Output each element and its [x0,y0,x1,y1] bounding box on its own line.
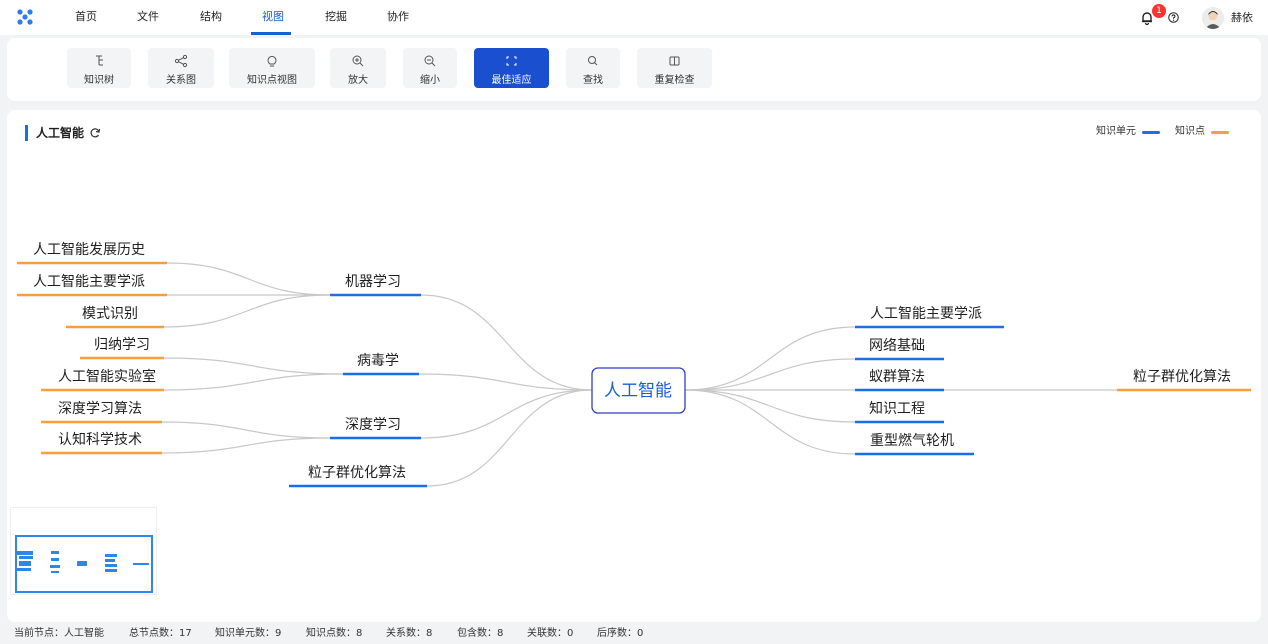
minimap-preview [17,551,149,573]
link-root-right-1 [684,358,856,391]
link-root-1 [418,373,593,391]
status-relation-count: 关系数：8 [386,628,433,639]
status-association-count: 关联数：0 [527,628,574,639]
minimap[interactable] [10,507,157,595]
left-child-0-0[interactable]: 人工智能发展历史 [33,242,145,258]
link-left-1-0 [163,357,344,375]
status-contain-count: 包含数：8 [457,628,504,639]
left-node-0[interactable]: 机器学习 [345,274,401,290]
link-left-0-2 [163,294,331,328]
link-left-2-1 [161,437,331,454]
link-left-1-1 [163,373,344,391]
mindmap-nodes: 人工智能机器学习人工智能发展历史人工智能主要学派模式识别病毒学归纳学习人工智能实… [17,242,1251,488]
right-child-2-0[interactable]: 粒子群优化算法 [1133,369,1231,385]
left-child-1-1[interactable]: 人工智能实验室 [58,368,156,385]
root-node-label[interactable]: 人工智能 [604,381,672,401]
left-node-1[interactable]: 病毒学 [357,353,399,369]
link-root-0 [420,294,593,391]
left-node-3[interactable]: 粒子群优化算法 [308,465,406,481]
link-root-right-0 [684,326,856,391]
link-left-0-0 [166,262,331,296]
link-root-right-4 [684,389,856,455]
status-unit-count: 知识单元数：9 [215,628,282,639]
left-node-2[interactable]: 深度学习 [345,417,401,433]
right-node-3[interactable]: 知识工程 [869,400,925,417]
right-node-0[interactable]: 人工智能主要学派 [870,306,982,322]
status-current-node: 当前节点：人工智能 [14,628,104,639]
link-root-3 [426,389,593,487]
right-node-1[interactable]: 网络基础 [869,337,925,354]
right-node-4[interactable]: 重型燃气轮机 [870,432,954,449]
left-child-0-2[interactable]: 模式识别 [82,306,138,322]
link-left-2-0 [161,421,331,439]
status-sequence-count: 后序数：0 [597,628,644,639]
minimap-viewport[interactable] [15,535,153,593]
status-point-count: 知识点数：8 [306,628,363,639]
link-root-2 [420,389,593,439]
left-child-0-1[interactable]: 人工智能主要学派 [33,274,145,290]
status-total-nodes: 总节点数：17 [129,628,192,639]
left-child-1-0[interactable]: 归纳学习 [94,336,150,353]
left-child-2-1[interactable]: 认知科学技术 [58,431,142,448]
status-bar: 当前节点：人工智能 总节点数：17 知识单元数：9 知识点数：8 关系数：8 包… [0,624,1268,644]
mindmap-canvas[interactable]: 人工智能机器学习人工智能发展历史人工智能主要学派模式识别病毒学归纳学习人工智能实… [0,0,1268,620]
link-root-right-3 [684,389,856,423]
left-child-2-0[interactable]: 深度学习算法 [58,401,142,417]
right-node-2[interactable]: 蚁群算法 [869,369,925,385]
